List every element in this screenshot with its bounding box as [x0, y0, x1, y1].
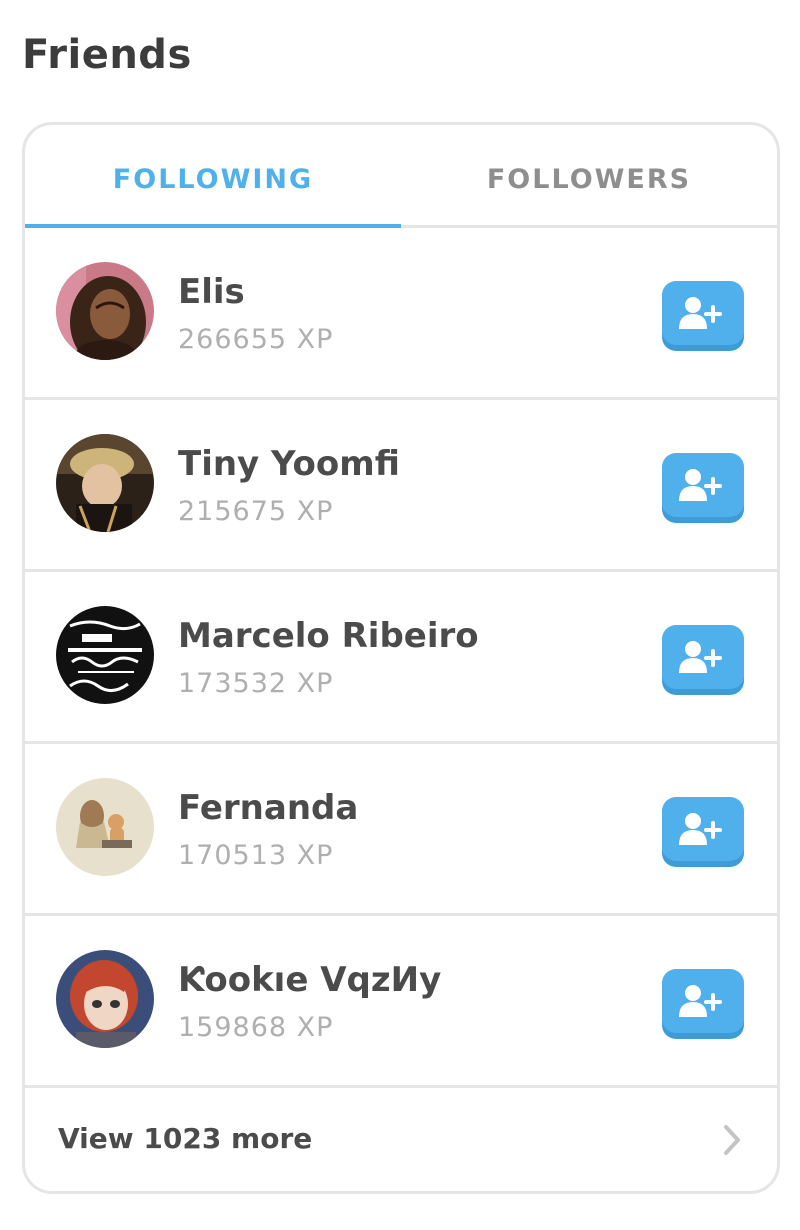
friend-xp: 173532 XP [178, 668, 334, 699]
follow-button[interactable] [662, 453, 744, 517]
friend-xp: 170513 XP [178, 840, 334, 871]
avatar[interactable] [56, 606, 154, 704]
friends-card: FOLLOWING FOLLOWERS Elis 266655 XP Tiny … [22, 122, 780, 1194]
add-user-icon [679, 985, 722, 1017]
friend-row[interactable]: Tiny Yoomfi 215675 XP [25, 400, 777, 572]
add-user-icon [679, 641, 722, 673]
follow-button[interactable] [662, 797, 744, 861]
friend-row[interactable]: Marcelo Ribeiro 173532 XP [25, 572, 777, 744]
friend-xp: 215675 XP [178, 496, 334, 527]
avatar[interactable] [56, 434, 154, 532]
tab-bar: FOLLOWING FOLLOWERS [25, 125, 777, 228]
follow-button[interactable] [662, 625, 744, 689]
friend-row[interactable]: Fernanda 170513 XP [25, 744, 777, 916]
friend-name[interactable]: Ƙookıe VqzИy [178, 960, 441, 1000]
add-user-icon [679, 469, 722, 501]
tab-followers[interactable]: FOLLOWERS [401, 125, 777, 225]
add-user-icon [679, 297, 722, 329]
friend-xp: 266655 XP [178, 324, 334, 355]
follow-button[interactable] [662, 281, 744, 345]
friend-name[interactable]: Marcelo Ribeiro [178, 616, 479, 656]
tab-following[interactable]: FOLLOWING [25, 125, 401, 225]
friend-xp: 159868 XP [178, 1012, 334, 1043]
avatar[interactable] [56, 262, 154, 360]
avatar[interactable] [56, 778, 154, 876]
friend-row[interactable]: Elis 266655 XP [25, 228, 777, 400]
avatar[interactable] [56, 950, 154, 1048]
view-more-label: View 1023 more [58, 1122, 313, 1155]
view-more-button[interactable]: View 1023 more [25, 1088, 777, 1191]
friend-name[interactable]: Elis [178, 272, 245, 312]
friend-row[interactable]: Ƙookıe VqzИy 159868 XP [25, 916, 777, 1088]
friend-name[interactable]: Fernanda [178, 788, 358, 828]
friend-name[interactable]: Tiny Yoomfi [178, 444, 400, 484]
page-title: Friends [22, 32, 192, 78]
follow-button[interactable] [662, 969, 744, 1033]
add-user-icon [679, 813, 722, 845]
chevron-right-icon [724, 1125, 740, 1155]
